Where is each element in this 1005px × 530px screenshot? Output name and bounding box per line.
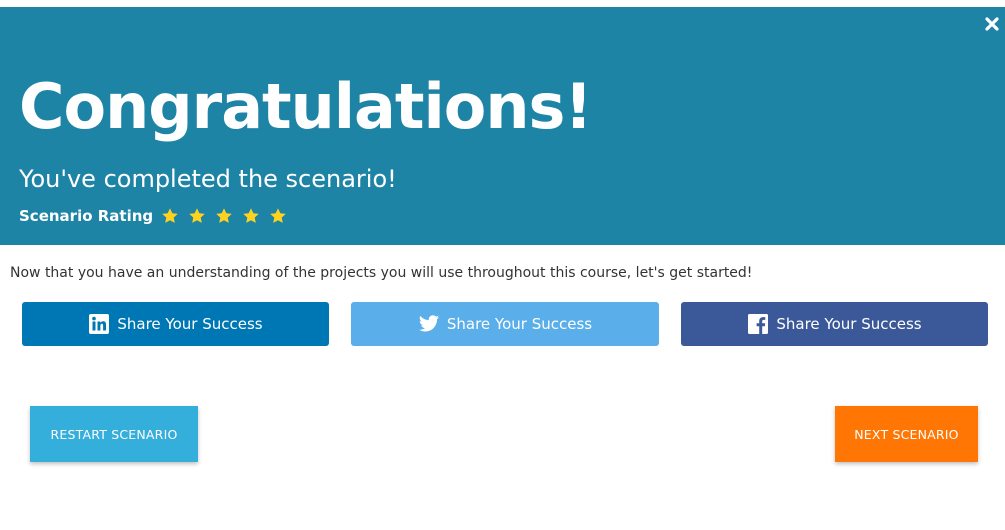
twitter-icon bbox=[418, 315, 439, 332]
share-facebook-label: Share Your Success bbox=[776, 315, 922, 333]
close-button[interactable] bbox=[983, 15, 1001, 33]
restart-scenario-label: RESTART SCENARIO bbox=[50, 426, 178, 442]
restart-scenario-button[interactable]: RESTART SCENARIO bbox=[30, 406, 198, 462]
share-facebook-button[interactable]: Share Your Success bbox=[681, 302, 988, 346]
star-icon bbox=[243, 208, 259, 223]
completion-message: Now that you have an understanding of th… bbox=[10, 265, 753, 281]
close-icon bbox=[985, 17, 999, 31]
star-icon bbox=[189, 208, 205, 223]
top-strip bbox=[0, 0, 1005, 7]
share-linkedin-label: Share Your Success bbox=[117, 315, 263, 333]
star-icon bbox=[270, 208, 286, 223]
next-scenario-label: NEXT SCENARIO bbox=[854, 426, 959, 442]
completion-dialog: Congratulations! You've completed the sc… bbox=[0, 0, 1005, 530]
rating-stars bbox=[161, 207, 296, 225]
linkedin-icon bbox=[89, 314, 110, 334]
subtitle: You've completed the scenario! bbox=[19, 165, 397, 193]
page-title: Congratulations! bbox=[19, 70, 593, 143]
next-scenario-button[interactable]: NEXT SCENARIO bbox=[835, 406, 978, 462]
dialog-header: Congratulations! You've completed the sc… bbox=[0, 7, 1005, 245]
share-linkedin-button[interactable]: Share Your Success bbox=[22, 302, 329, 346]
share-twitter-button[interactable]: Share Your Success bbox=[351, 302, 659, 346]
facebook-icon bbox=[748, 314, 769, 334]
share-twitter-label: Share Your Success bbox=[446, 315, 593, 333]
star-icon bbox=[216, 208, 232, 223]
star-icon bbox=[162, 208, 178, 223]
rating-label: Scenario Rating bbox=[19, 207, 154, 225]
scenario-rating: Scenario Rating bbox=[19, 205, 296, 227]
